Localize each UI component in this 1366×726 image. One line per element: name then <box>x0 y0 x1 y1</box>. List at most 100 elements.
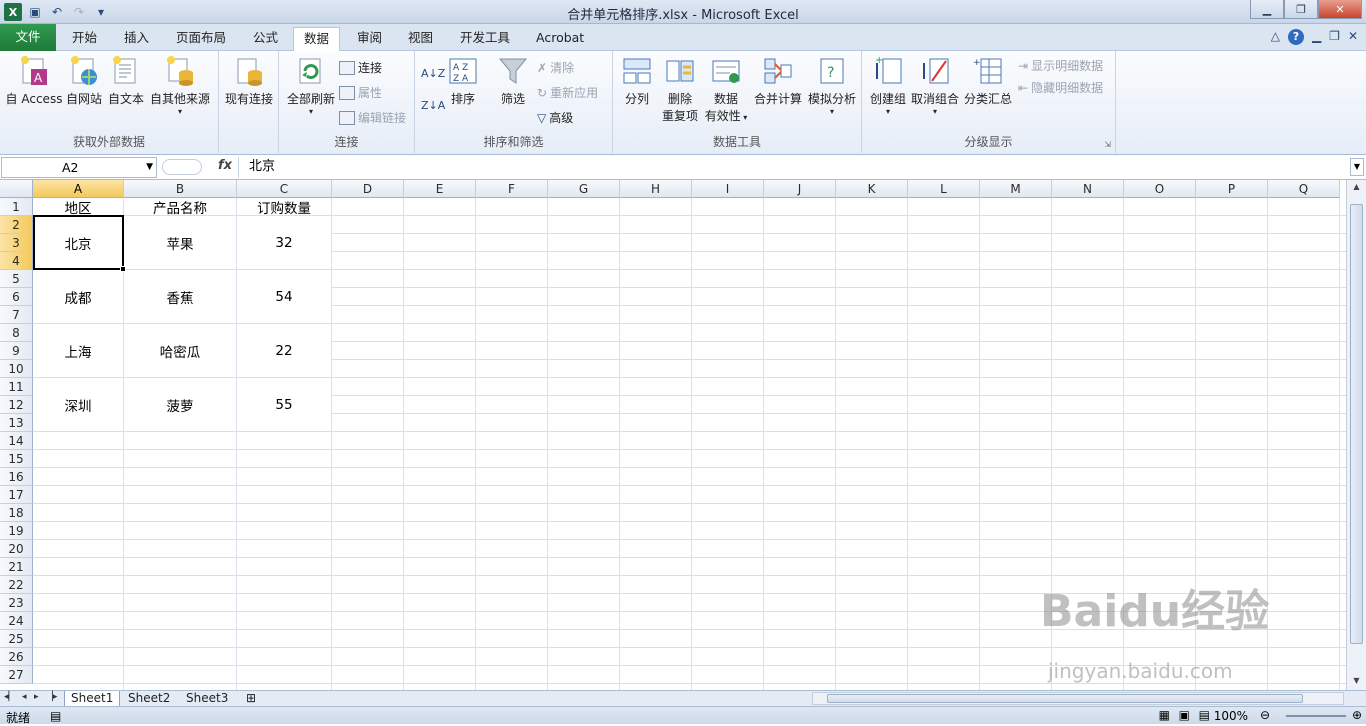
formula-input[interactable]: 北京 <box>238 157 1350 178</box>
first-sheet-icon[interactable]: ◂▏ <box>4 692 15 702</box>
column-header[interactable]: Q <box>1268 180 1340 198</box>
tab-data[interactable]: 数据 <box>293 27 341 52</box>
row-header[interactable]: 10 <box>0 360 33 378</box>
properties-button[interactable]: 属性 <box>339 84 382 101</box>
merged-cell[interactable]: 深圳 <box>33 378 124 432</box>
normal-view-icon[interactable]: ▦ <box>1159 708 1170 722</box>
column-header[interactable]: M <box>980 180 1052 198</box>
row-header[interactable]: 3 <box>0 234 33 252</box>
row-header[interactable]: 17 <box>0 486 33 504</box>
prev-sheet-icon[interactable]: ◂ <box>22 692 27 702</box>
merged-cell[interactable]: 苹果 <box>124 216 237 270</box>
restore-button[interactable]: ❐ <box>1284 0 1318 19</box>
merged-cell[interactable]: 55 <box>237 378 332 432</box>
row-header[interactable]: 15 <box>0 450 33 468</box>
insert-sheet-icon[interactable]: ⊞ <box>240 691 262 707</box>
next-sheet-icon[interactable]: ▸ <box>34 692 39 702</box>
vertical-scrollbar[interactable]: ▲ ▼ <box>1346 180 1366 690</box>
row-header[interactable]: 11 <box>0 378 33 396</box>
row-header[interactable]: 14 <box>0 432 33 450</box>
hide-detail-button[interactable]: ⇤ 隐藏明细数据 <box>1018 79 1103 96</box>
tab-view[interactable]: 视图 <box>398 27 443 51</box>
select-all-corner[interactable] <box>0 180 33 198</box>
row-header[interactable]: 21 <box>0 558 33 576</box>
merged-cell[interactable]: 22 <box>237 324 332 378</box>
row-header[interactable]: 22 <box>0 576 33 594</box>
sort-a-z-button[interactable]: A↓Z <box>421 67 445 80</box>
scroll-up-icon[interactable]: ▲ <box>1350 182 1363 194</box>
tab-file[interactable]: 文件 <box>0 24 56 51</box>
column-header[interactable]: P <box>1196 180 1268 198</box>
merged-cell[interactable]: 成都 <box>33 270 124 324</box>
from-web-button[interactable]: 自网站 <box>64 55 104 107</box>
scroll-down-icon[interactable]: ▼ <box>1350 676 1363 688</box>
minimize-button[interactable]: ▁ <box>1250 0 1284 19</box>
tab-review[interactable]: 审阅 <box>347 27 392 51</box>
column-header[interactable]: N <box>1052 180 1124 198</box>
column-header[interactable]: I <box>692 180 764 198</box>
tab-page-layout[interactable]: 页面布局 <box>166 27 236 51</box>
doc-close-icon[interactable]: ✕ <box>1348 29 1358 45</box>
insert-function-icon[interactable]: fx <box>218 158 232 173</box>
from-other-sources-button[interactable]: 自其他来源 ▾ <box>148 55 212 116</box>
row-header[interactable]: 4 <box>0 252 33 270</box>
row-header[interactable]: 20 <box>0 540 33 558</box>
fill-handle[interactable] <box>120 266 126 272</box>
page-break-view-icon[interactable]: ▤ <box>1199 708 1210 722</box>
remove-duplicates-button[interactable]: 删除 重复项 <box>659 55 701 124</box>
connections-button[interactable]: 连接 <box>339 59 382 76</box>
tab-formulas[interactable]: 公式 <box>243 27 288 51</box>
zoom-out-icon[interactable]: ⊖ <box>1260 708 1270 722</box>
column-header[interactable]: O <box>1124 180 1196 198</box>
row-header[interactable]: 9 <box>0 342 33 360</box>
column-header[interactable]: H <box>620 180 692 198</box>
column-header[interactable]: G <box>548 180 620 198</box>
close-button[interactable]: ✕ <box>1318 0 1362 19</box>
column-header[interactable]: D <box>332 180 404 198</box>
subtotal-button[interactable]: + 分类汇总 <box>962 55 1014 107</box>
consolidate-button[interactable]: 合并计算 <box>751 55 805 107</box>
column-header[interactable]: K <box>836 180 908 198</box>
zoom-in-icon[interactable]: ⊕ <box>1352 708 1362 722</box>
worksheet-grid[interactable]: A B C D E F G H I J K L M N O P Q 1 2 3 4 5 6 7 8 9 10 11 12 13 14 15 16… <box>0 180 1346 690</box>
doc-restore-icon[interactable]: ❐ <box>1329 29 1340 45</box>
row-header[interactable]: 8 <box>0 324 33 342</box>
row-header[interactable]: 27 <box>0 666 33 684</box>
expand-formula-bar-icon[interactable]: ▼ <box>1350 158 1364 176</box>
tab-home[interactable]: 开始 <box>62 27 107 51</box>
row-header[interactable]: 7 <box>0 306 33 324</box>
merged-cell[interactable]: 香蕉 <box>124 270 237 324</box>
sheet-tab-2[interactable]: Sheet2 <box>122 691 176 707</box>
horizontal-scrollbar[interactable] <box>812 692 1344 705</box>
text-to-columns-button[interactable]: 分列 <box>619 55 655 107</box>
sheet-tab-1[interactable]: Sheet1 <box>64 691 121 707</box>
filter-button[interactable]: 筛选 <box>495 55 531 107</box>
column-header[interactable]: C <box>237 180 332 198</box>
column-header[interactable]: A <box>33 180 124 198</box>
merged-cell[interactable]: 上海 <box>33 324 124 378</box>
column-header[interactable]: B <box>124 180 237 198</box>
merged-cell[interactable]: 哈密瓜 <box>124 324 237 378</box>
show-detail-button[interactable]: ⇥ 显示明细数据 <box>1018 57 1103 74</box>
zoom-slider[interactable] <box>1286 715 1346 717</box>
row-header[interactable]: 26 <box>0 648 33 666</box>
row-header[interactable]: 5 <box>0 270 33 288</box>
data-validation-button[interactable]: 数据 有效性 ▾ <box>703 55 749 124</box>
last-sheet-icon[interactable]: ▕▸ <box>46 692 57 702</box>
help-icon[interactable]: ? <box>1287 29 1304 45</box>
column-header[interactable]: F <box>476 180 548 198</box>
sort-z-a-button[interactable]: Z↓A <box>421 99 445 112</box>
header-cell[interactable]: 地区 <box>33 198 124 217</box>
ungroup-button[interactable]: 取消组合 ▾ <box>910 55 960 116</box>
formula-resize-handle[interactable] <box>162 159 202 175</box>
sheet-tab-3[interactable]: Sheet3 <box>180 691 234 707</box>
chevron-down-icon[interactable]: ▼ <box>146 158 153 177</box>
row-header[interactable]: 2 <box>0 216 33 234</box>
row-header[interactable]: 18 <box>0 504 33 522</box>
page-layout-view-icon[interactable]: ▣ <box>1179 708 1190 722</box>
column-header[interactable]: L <box>908 180 980 198</box>
macro-record-icon[interactable]: ▤ <box>50 709 61 723</box>
tab-acrobat[interactable]: Acrobat <box>526 27 594 51</box>
row-header[interactable]: 1 <box>0 198 33 216</box>
row-header[interactable]: 25 <box>0 630 33 648</box>
